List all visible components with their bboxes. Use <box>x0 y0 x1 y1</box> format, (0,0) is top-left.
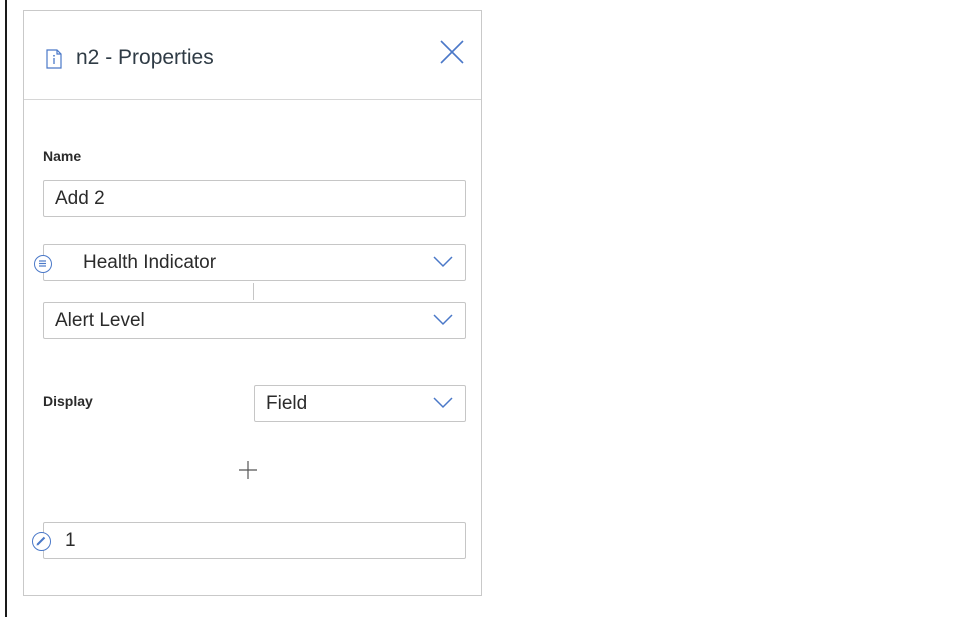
alert-level-value: Alert Level <box>55 310 145 331</box>
document-info-icon <box>46 49 62 69</box>
left-divider <box>5 0 7 617</box>
name-input[interactable]: Add 2 <box>43 180 466 217</box>
plus-icon[interactable] <box>237 459 259 481</box>
close-icon[interactable] <box>438 38 466 66</box>
value-input[interactable]: 1 <box>43 522 466 559</box>
name-input-value: Add 2 <box>55 188 105 209</box>
edit-pencil-icon[interactable] <box>32 532 51 551</box>
panel-title: n2 - Properties <box>76 46 214 69</box>
display-label: Display <box>43 393 93 409</box>
chevron-down-icon <box>433 397 453 409</box>
display-select[interactable]: Field <box>254 385 466 422</box>
selector-connector <box>253 283 254 300</box>
properties-panel: n2 - Properties Name Add 2 Health Indica… <box>23 10 482 596</box>
chevron-down-icon <box>433 256 453 268</box>
name-label: Name <box>43 148 82 164</box>
display-value: Field <box>266 393 308 414</box>
chevron-down-icon <box>433 314 453 326</box>
list-icon[interactable] <box>34 255 52 273</box>
health-indicator-value: Health Indicator <box>83 252 217 273</box>
alert-level-select[interactable]: Alert Level <box>43 302 466 339</box>
health-indicator-select[interactable]: Health Indicator <box>43 244 466 281</box>
panel-header: n2 - Properties <box>24 11 481 100</box>
value-input-value: 1 <box>65 530 76 551</box>
